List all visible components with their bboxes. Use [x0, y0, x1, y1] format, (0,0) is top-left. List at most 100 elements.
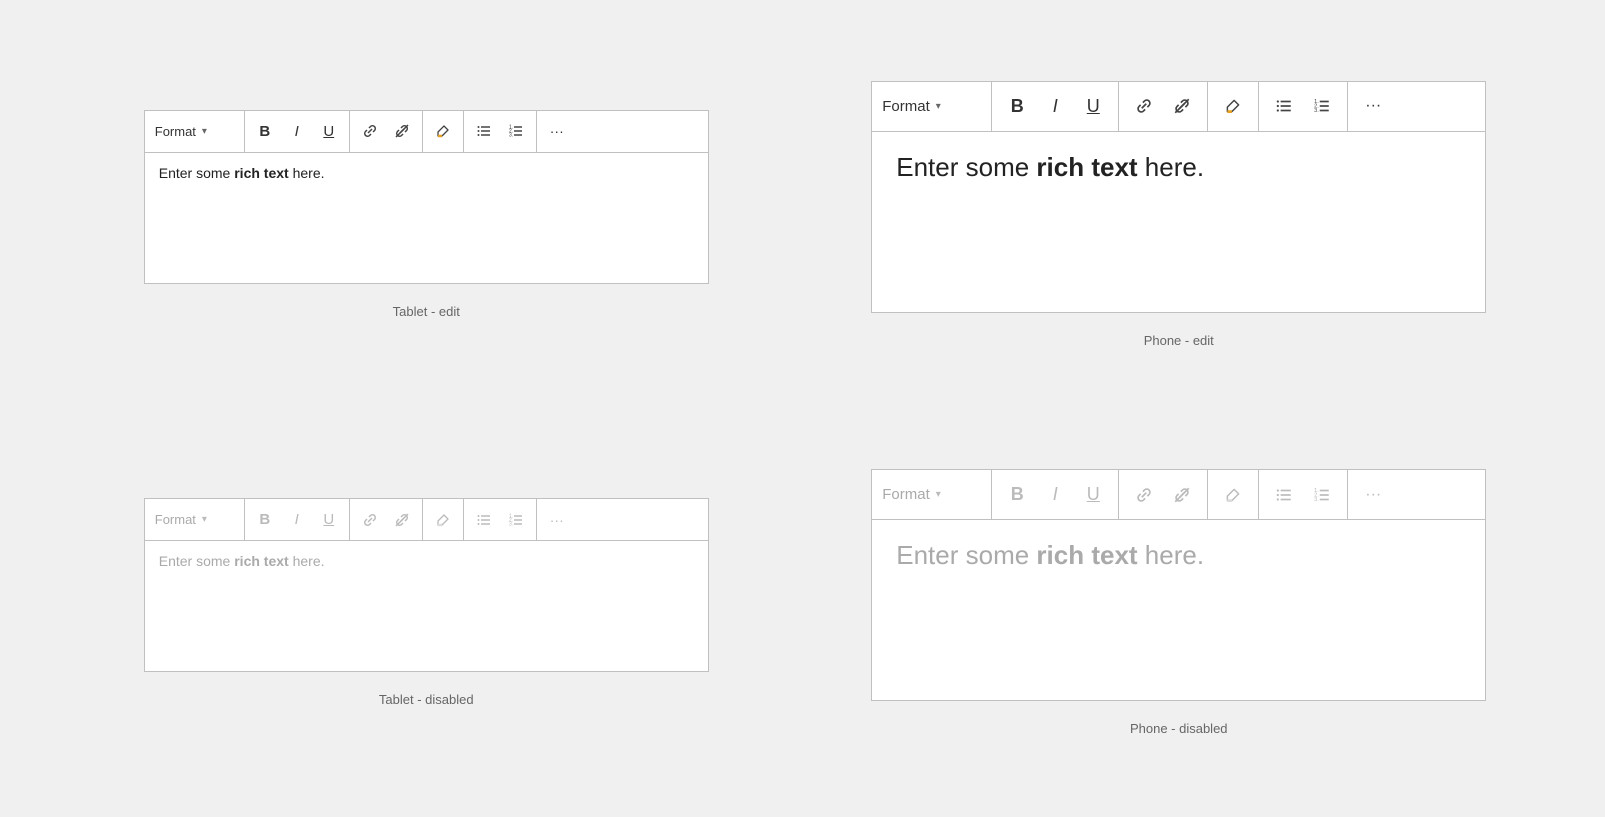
underline-button[interactable]: U — [1074, 87, 1112, 125]
list-group-phone-edit: 1. 2. 3. — [1259, 82, 1348, 131]
underline-icon: U — [323, 511, 334, 528]
phone-edit-editor: Format ▾ B I U — [871, 81, 1486, 313]
more-group-phone-disabled: ··· — [1348, 470, 1398, 519]
more-group-tablet-disabled: ··· — [537, 499, 577, 540]
bold-icon: B — [259, 511, 270, 528]
italic-icon: I — [1053, 96, 1058, 117]
tablet-disabled-toolbar: Format ▾ B I U — [145, 499, 708, 541]
phone-disabled-toolbar: Format ▾ B I U — [872, 470, 1485, 520]
tablet-edit-content[interactable]: Enter some rich text here. — [145, 153, 708, 283]
ordered-list-button: 1. 2. 3. — [500, 504, 532, 536]
italic-button: I — [1036, 476, 1074, 514]
italic-icon: I — [1053, 484, 1058, 505]
unlink-button[interactable] — [1163, 87, 1201, 125]
link-group-tablet-edit — [350, 111, 423, 152]
format-dropdown-phone-disabled: Format ▾ — [872, 470, 992, 519]
content-bold: rich text — [1036, 152, 1137, 182]
italic-button[interactable]: I — [281, 115, 313, 147]
chevron-down-icon: ▾ — [202, 514, 207, 525]
tablet-disabled-content: Enter some rich text here. — [145, 541, 708, 671]
link-button — [354, 504, 386, 536]
list-group-tablet-edit: 1. 2. 3. — [464, 111, 537, 152]
unlink-icon — [1173, 97, 1191, 115]
highlight-icon — [1224, 486, 1242, 504]
bold-icon: B — [1011, 484, 1024, 505]
text-format-group-phone-disabled: B I U — [992, 470, 1119, 519]
highlight-group-phone-edit — [1208, 82, 1259, 131]
ordered-list-button[interactable]: 1. 2. 3. — [500, 115, 532, 147]
unordered-list-button[interactable] — [468, 115, 500, 147]
content-bold: rich text — [1036, 540, 1137, 570]
highlight-button[interactable] — [1214, 87, 1252, 125]
unordered-list-button — [468, 504, 500, 536]
list-group-phone-disabled: 1. 2. 3. — [1259, 470, 1348, 519]
link-group-phone-disabled — [1119, 470, 1208, 519]
more-button: ··· — [1354, 476, 1392, 514]
underline-icon: U — [323, 123, 334, 140]
highlight-button[interactable] — [427, 115, 459, 147]
text-format-group-tablet-edit: B I U — [245, 111, 350, 152]
link-icon — [362, 512, 378, 528]
unordered-list-icon — [476, 123, 492, 139]
italic-button[interactable]: I — [1036, 87, 1074, 125]
underline-icon: U — [1087, 96, 1100, 117]
ellipsis-icon: ··· — [550, 123, 564, 139]
more-group-tablet-edit: ··· — [537, 111, 577, 152]
unordered-list-button — [1265, 476, 1303, 514]
highlight-icon — [435, 512, 451, 528]
unlink-icon — [1173, 486, 1191, 504]
tablet-edit-editor: Format ▾ B I U — [144, 110, 709, 284]
unlink-button[interactable] — [386, 115, 418, 147]
highlight-icon — [435, 123, 451, 139]
bold-button[interactable]: B — [249, 115, 281, 147]
ordered-list-icon: 1. 2. 3. — [508, 512, 524, 528]
content-suffix: here. — [1138, 540, 1205, 570]
tablet-edit-toolbar: Format ▾ B I U — [145, 111, 708, 153]
format-dropdown-phone-edit[interactable]: Format ▾ — [872, 82, 992, 131]
ellipsis-icon: ··· — [1365, 97, 1381, 115]
chevron-down-icon: ▾ — [936, 101, 941, 112]
bold-icon: B — [259, 123, 270, 140]
underline-button[interactable]: U — [313, 115, 345, 147]
more-button[interactable]: ··· — [541, 115, 573, 147]
content-bold: rich text — [234, 553, 288, 569]
page-container: Format ▾ B I U — [0, 0, 1605, 817]
ordered-list-icon: 1. 2. 3. — [1313, 486, 1331, 504]
link-group-phone-edit — [1119, 82, 1208, 131]
svg-text:3.: 3. — [1314, 108, 1319, 114]
highlight-group-tablet-edit — [423, 111, 464, 152]
phone-edit-content[interactable]: Enter some rich text here. — [872, 132, 1485, 312]
italic-icon: I — [295, 511, 299, 528]
unordered-list-button[interactable] — [1265, 87, 1303, 125]
ordered-list-button: 1. 2. 3. — [1303, 476, 1341, 514]
format-label: Format — [882, 486, 930, 503]
bold-button[interactable]: B — [998, 87, 1036, 125]
link-button[interactable] — [354, 115, 386, 147]
unlink-icon — [394, 512, 410, 528]
unordered-list-icon — [476, 512, 492, 528]
svg-text:3.: 3. — [1314, 497, 1319, 503]
ordered-list-icon: 1. 2. 3. — [1313, 97, 1331, 115]
more-button[interactable]: ··· — [1354, 87, 1392, 125]
italic-button: I — [281, 504, 313, 536]
format-label: Format — [155, 124, 196, 139]
highlight-button — [1214, 476, 1252, 514]
svg-text:3.: 3. — [509, 521, 513, 527]
tablet-edit-caption: Tablet - edit — [393, 304, 460, 319]
ellipsis-icon: ··· — [550, 512, 564, 528]
unordered-list-icon — [1275, 486, 1293, 504]
link-icon — [1135, 97, 1153, 115]
phone-disabled-content: Enter some rich text here. — [872, 520, 1485, 700]
content-suffix: here. — [1138, 152, 1205, 182]
content-prefix: Enter some — [896, 152, 1036, 182]
content-prefix: Enter some — [896, 540, 1036, 570]
svg-text:3.: 3. — [509, 133, 513, 139]
tablet-disabled-caption: Tablet - disabled — [379, 692, 474, 707]
link-button[interactable] — [1125, 87, 1163, 125]
tablet-edit-cell: Format ▾ B I U — [60, 30, 793, 399]
format-dropdown-tablet-edit[interactable]: Format ▾ — [145, 111, 245, 152]
bold-button: B — [249, 504, 281, 536]
more-button: ··· — [541, 504, 573, 536]
ordered-list-button[interactable]: 1. 2. 3. — [1303, 87, 1341, 125]
content-prefix: Enter some — [159, 553, 234, 569]
